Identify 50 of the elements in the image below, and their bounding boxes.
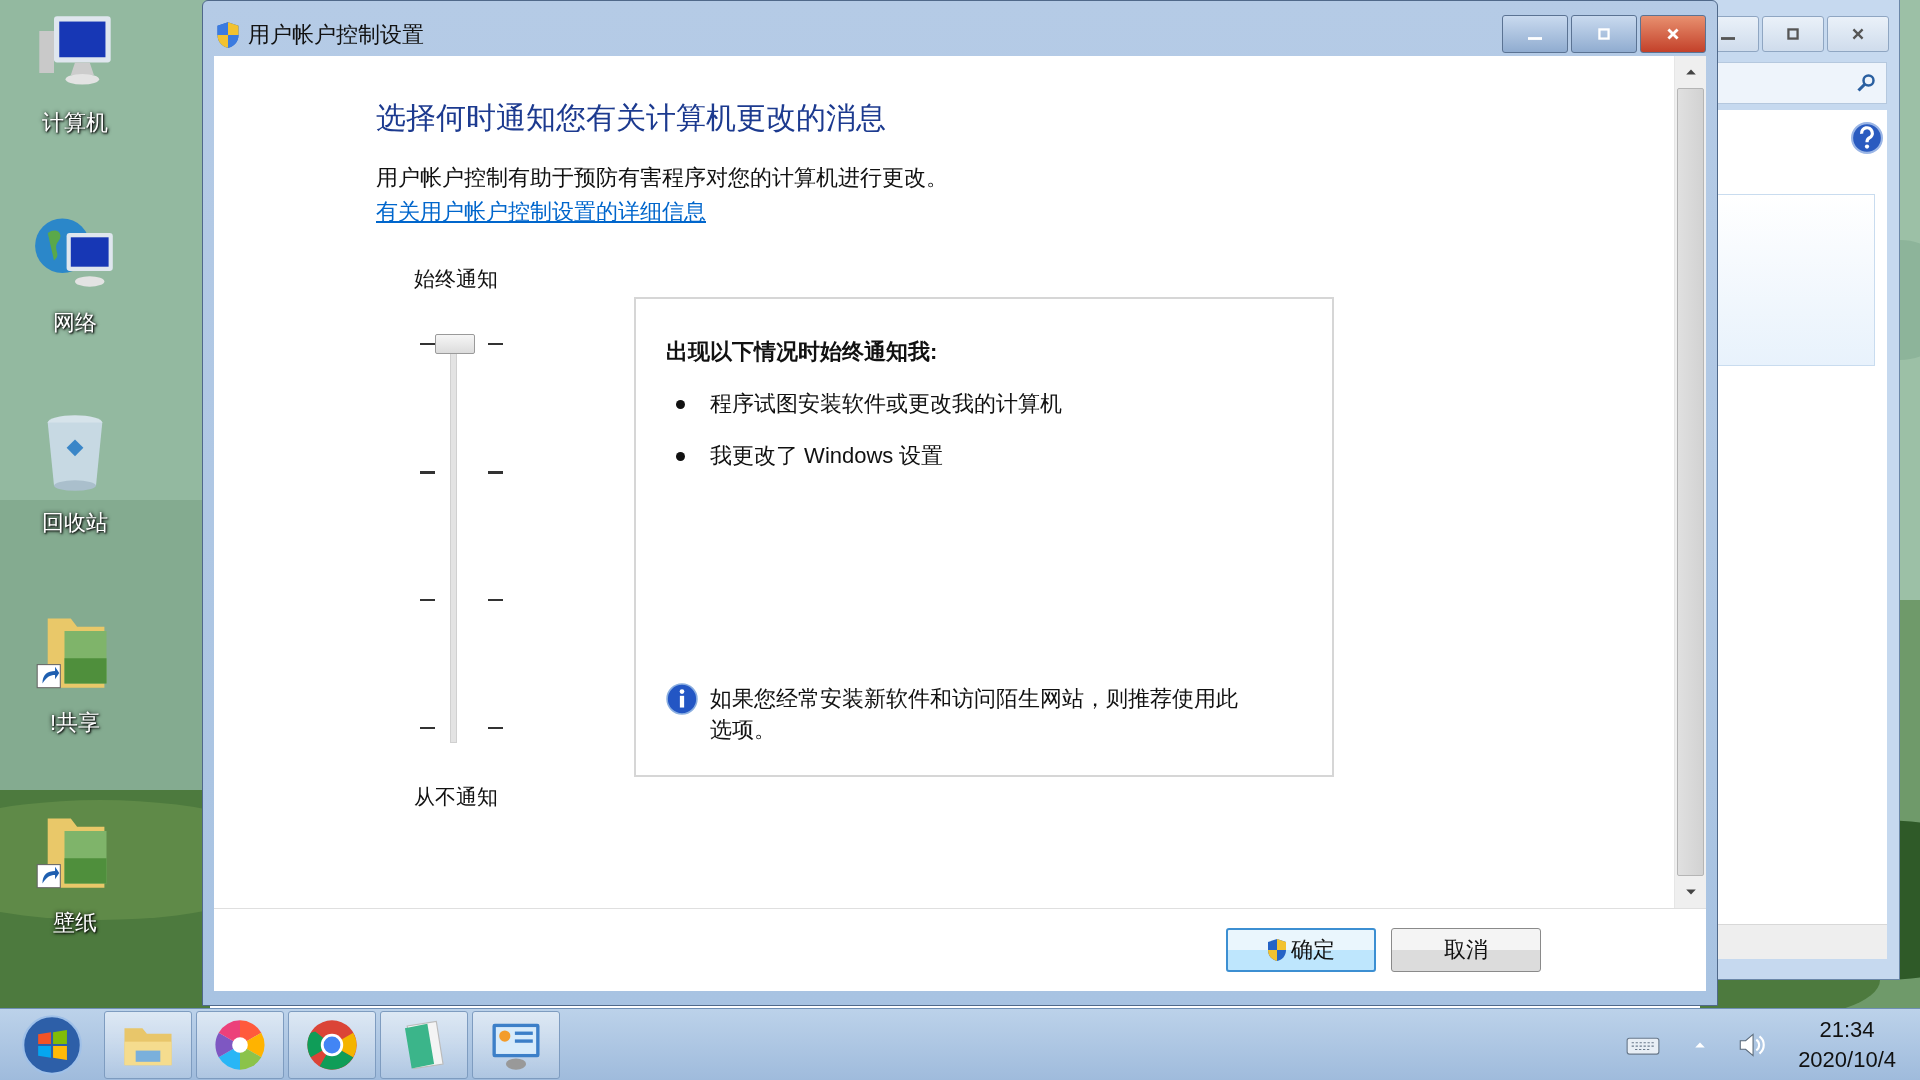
start-button[interactable] bbox=[20, 1012, 84, 1077]
maximize-icon bbox=[1596, 26, 1612, 42]
clock-time[interactable]: 21:34 bbox=[1819, 1014, 1875, 1045]
bullet-icon bbox=[676, 451, 685, 461]
close-button[interactable] bbox=[1827, 16, 1889, 52]
clock-date[interactable]: 2020/10/4 bbox=[1798, 1044, 1896, 1075]
slider-tick bbox=[488, 343, 503, 345]
taskbar-app[interactable] bbox=[380, 1010, 468, 1079]
taskbar-app[interactable] bbox=[104, 1010, 192, 1079]
slider-thumb[interactable] bbox=[435, 334, 475, 354]
slider-tick bbox=[488, 599, 503, 601]
scrollbar[interactable] bbox=[1674, 56, 1706, 908]
description-text: 用户帐户控制有助于预防有害程序对您的计算机进行更改。 bbox=[376, 164, 948, 192]
maximize-button[interactable] bbox=[1571, 15, 1637, 53]
dialog-button[interactable]: 确定 bbox=[1226, 928, 1376, 972]
close-button[interactable] bbox=[1640, 15, 1706, 53]
minimize-button[interactable] bbox=[1502, 15, 1568, 53]
slider-tick bbox=[420, 599, 435, 601]
taskbar-app[interactable] bbox=[288, 1010, 376, 1079]
close-icon bbox=[1850, 26, 1866, 42]
bullet-text: 我更改了 Windows 设置 bbox=[710, 442, 944, 470]
slider-tick bbox=[488, 727, 503, 729]
slider-top-label: 始终通知 bbox=[414, 266, 499, 292]
dialog-heading: 选择何时通知您有关计算机更改的消息 bbox=[376, 100, 886, 136]
scrollbar-thumb[interactable] bbox=[1677, 88, 1704, 876]
info-title: 出现以下情况时始终通知我: bbox=[666, 338, 938, 366]
maximize-icon bbox=[1785, 26, 1801, 42]
details-link[interactable]: 有关用户帐户控制设置的详细信息 bbox=[376, 197, 706, 227]
bullet-text: 程序试图安装软件或更改我的计算机 bbox=[710, 390, 1062, 418]
taskbar-app[interactable] bbox=[196, 1010, 284, 1079]
minimize-icon bbox=[1721, 36, 1735, 40]
close-icon bbox=[1665, 26, 1681, 42]
maximize-button[interactable] bbox=[1762, 16, 1824, 52]
shield-icon bbox=[216, 20, 240, 49]
desktop-icon-label[interactable]: 壁纸 bbox=[53, 908, 97, 938]
help-icon[interactable] bbox=[1851, 122, 1883, 154]
slider-tick bbox=[488, 471, 503, 474]
bullet-icon bbox=[676, 399, 685, 409]
minimize-icon bbox=[1528, 36, 1542, 40]
slider-bottom-label: 从不通知 bbox=[414, 784, 499, 810]
slider-tick bbox=[420, 343, 435, 345]
slider-tick bbox=[420, 471, 435, 474]
taskbar-app[interactable] bbox=[472, 1010, 560, 1079]
window-title: 用户帐户控制设置 bbox=[248, 20, 424, 49]
shield-icon bbox=[1267, 938, 1287, 962]
slider-tick bbox=[420, 727, 435, 729]
note-text: 如果您经常安装新软件和访问陌生网站，则推荐使用此选项。 bbox=[710, 685, 1239, 744]
info-icon bbox=[666, 683, 698, 715]
dialog-button[interactable]: 取消 bbox=[1391, 928, 1541, 972]
search-icon bbox=[1856, 73, 1876, 93]
